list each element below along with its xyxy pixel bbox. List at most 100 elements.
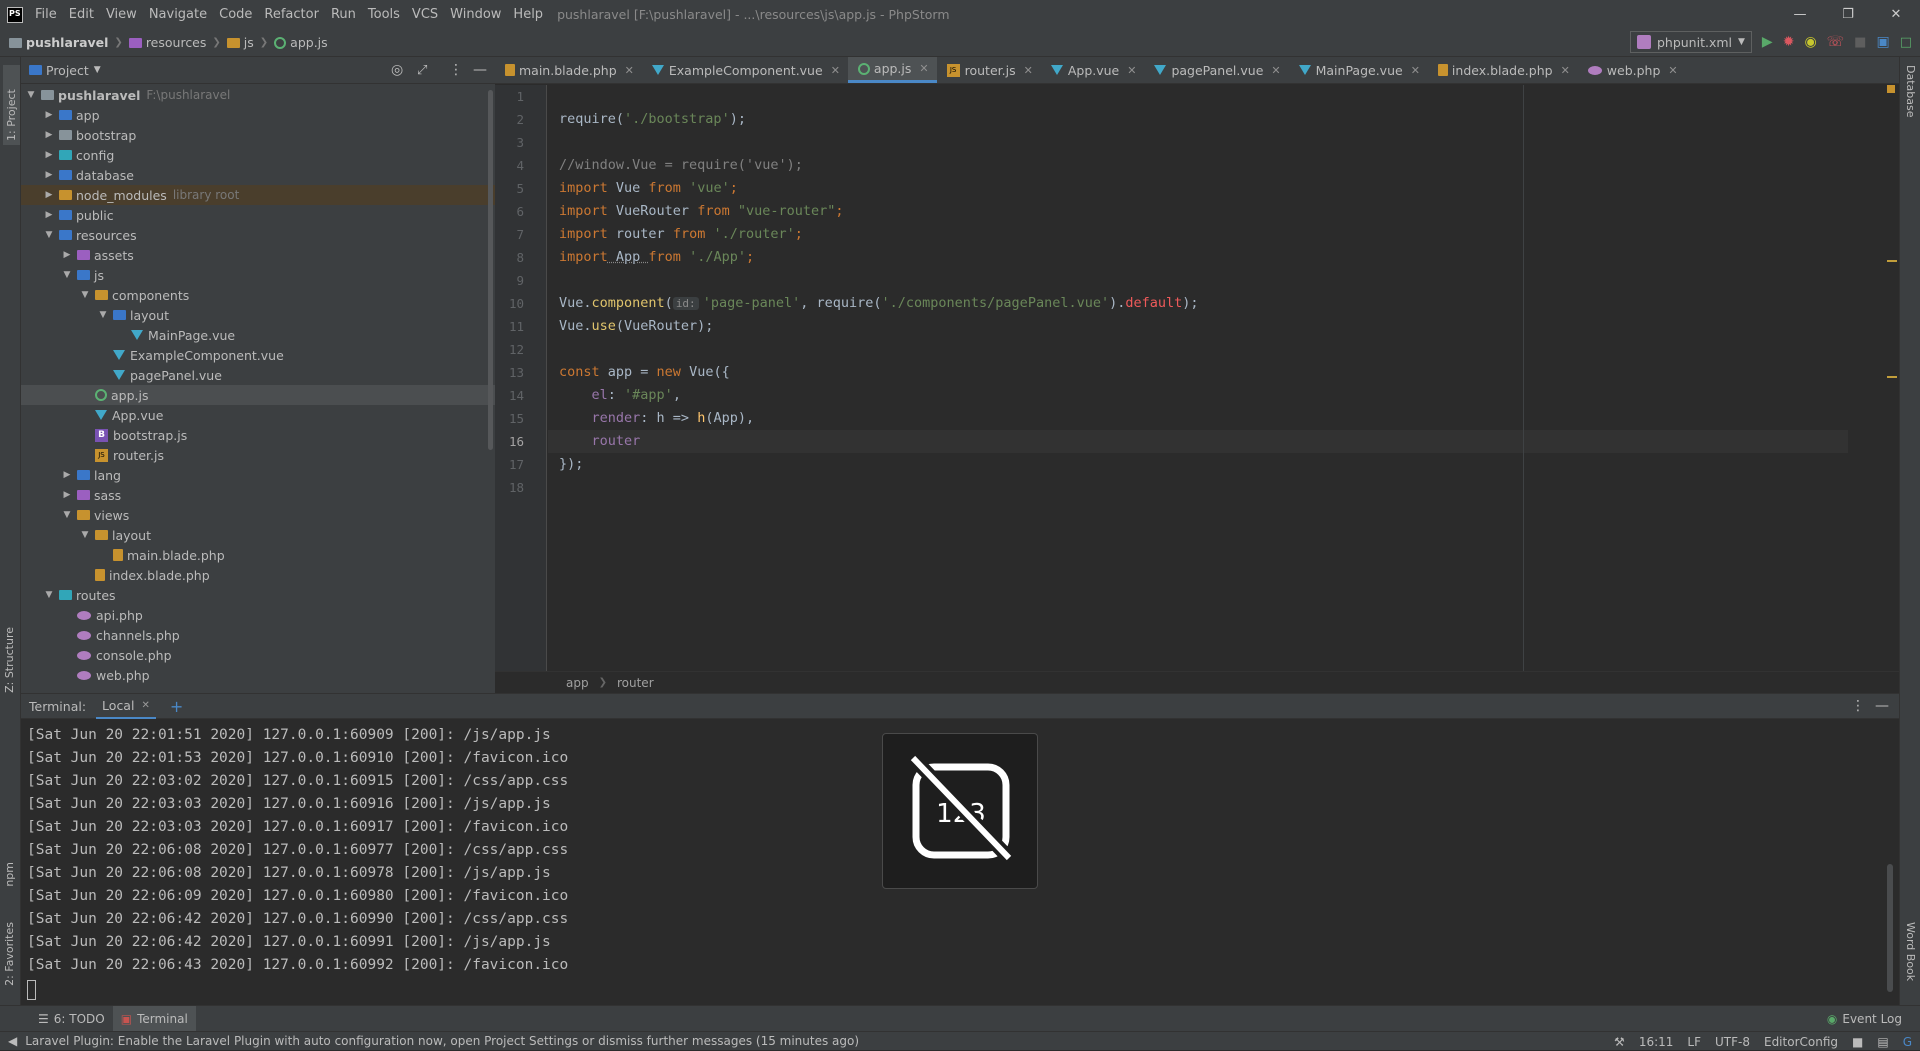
tree-item[interactable]: index.blade.php xyxy=(21,565,495,585)
line-number[interactable]: 5 xyxy=(495,177,546,200)
breadcrumb-file[interactable]: app.js xyxy=(290,35,328,50)
breadcrumb-resources[interactable]: resources xyxy=(146,35,207,50)
wordbook-tool-button[interactable]: Word Book xyxy=(1904,922,1917,981)
tree-item[interactable]: ▼ resources xyxy=(21,225,495,245)
line-number[interactable]: 1 xyxy=(495,85,546,108)
collapse-arrow-icon[interactable]: ▶ xyxy=(43,210,55,220)
editor-breadcrumb-app[interactable]: app xyxy=(566,676,589,690)
menu-file[interactable]: File xyxy=(35,7,57,22)
editor-tab[interactable]: App.vue ✕ xyxy=(1041,57,1145,83)
expand-arrow-icon[interactable]: ▼ xyxy=(79,530,91,540)
menu-code[interactable]: Code xyxy=(219,7,252,22)
line-number[interactable]: 4 xyxy=(495,154,546,177)
favorites-tool-button[interactable]: 2: Favorites xyxy=(3,922,16,986)
warning-marker[interactable] xyxy=(1887,376,1897,378)
menu-navigate[interactable]: Navigate xyxy=(149,7,207,22)
terminal-tool-tab[interactable]: ▣ Terminal xyxy=(112,1005,196,1032)
editor-tab[interactable]: JS router.js ✕ xyxy=(937,57,1041,83)
terminal-output[interactable]: [Sat Jun 20 22:01:51 2020] 127.0.0.1:609… xyxy=(27,724,568,1000)
close-tab-icon[interactable]: ✕ xyxy=(1271,64,1280,77)
event-log-tab[interactable]: ◉ Event Log xyxy=(1819,1006,1910,1032)
menu-run[interactable]: Run xyxy=(331,7,356,22)
database-tool-button[interactable]: Database xyxy=(1904,65,1917,118)
collapse-arrow-icon[interactable]: ▶ xyxy=(43,170,55,180)
close-tab-icon[interactable]: ✕ xyxy=(831,64,840,77)
line-number[interactable]: 13 xyxy=(495,361,546,384)
tree-item[interactable]: pagePanel.vue xyxy=(21,365,495,385)
terminal-tab-local[interactable]: Local ✕ xyxy=(96,694,156,719)
editor-tab[interactable]: MainPage.vue ✕ xyxy=(1289,57,1428,83)
options-icon[interactable]: ⋮ xyxy=(449,62,463,78)
collapse-arrow-icon[interactable]: ▶ xyxy=(61,470,73,480)
run-icon[interactable]: ▶ xyxy=(1762,34,1773,50)
expand-arrow-icon[interactable]: ▼ xyxy=(61,510,73,520)
tree-item[interactable]: ▼ js xyxy=(21,265,495,285)
tree-item[interactable]: ▶ database xyxy=(21,165,495,185)
editor-tab[interactable]: index.blade.php ✕ xyxy=(1428,57,1578,83)
tree-item[interactable]: main.blade.php xyxy=(21,545,495,565)
close-tab-icon[interactable]: ✕ xyxy=(625,64,634,77)
warning-marker[interactable] xyxy=(1887,85,1895,93)
tree-item[interactable]: ▶ node_modules library root xyxy=(21,185,495,205)
memory-icon[interactable]: ▤ xyxy=(1877,1035,1888,1049)
expand-arrow-icon[interactable]: ▼ xyxy=(43,590,55,600)
line-number[interactable]: 15 xyxy=(495,407,546,430)
tree-item[interactable]: channels.php xyxy=(21,625,495,645)
translate-icon[interactable]: ▣ xyxy=(1876,34,1889,50)
line-number[interactable]: 10 xyxy=(495,292,546,315)
expand-arrow-icon[interactable]: ▼ xyxy=(25,90,37,100)
tree-item[interactable]: ▼ layout xyxy=(21,305,495,325)
editor-tab[interactable]: ExampleComponent.vue ✕ xyxy=(642,57,848,83)
inspection-icon[interactable]: ⚒ xyxy=(1614,1035,1625,1049)
editorconfig-status[interactable]: EditorConfig xyxy=(1764,1035,1838,1049)
collapse-arrow-icon[interactable]: ▶ xyxy=(43,110,55,120)
code-area[interactable]: require('./bootstrap'); //window.Vue = r… xyxy=(548,85,1848,671)
tree-item[interactable]: Bbootstrap.js xyxy=(21,425,495,445)
tree-item[interactable]: MainPage.vue xyxy=(21,325,495,345)
project-view-select[interactable]: Project xyxy=(46,63,89,78)
tree-item[interactable]: JS router.js xyxy=(21,445,495,465)
menu-tools[interactable]: Tools xyxy=(368,7,400,22)
minimize-icon[interactable]: — xyxy=(1776,0,1824,29)
tree-item[interactable]: App.vue xyxy=(21,405,495,425)
collapse-all-icon[interactable]: ⤢ xyxy=(417,63,427,78)
expand-arrow-icon[interactable]: ▼ xyxy=(79,290,91,300)
expand-arrow-icon[interactable]: ▼ xyxy=(97,310,109,320)
editor-tab[interactable]: web.php ✕ xyxy=(1578,57,1686,83)
line-number[interactable]: 12 xyxy=(495,338,546,361)
caret-position[interactable]: 16:11 xyxy=(1639,1035,1674,1049)
expand-arrow-icon[interactable]: ▼ xyxy=(61,270,73,280)
line-number[interactable]: 8 xyxy=(495,246,546,269)
close-tab-icon[interactable]: ✕ xyxy=(1127,64,1136,77)
tree-item[interactable]: ▶ bootstrap xyxy=(21,125,495,145)
tree-item[interactable]: ▶ sass xyxy=(21,485,495,505)
tree-item[interactable]: ▼ components xyxy=(21,285,495,305)
structure-tool-button[interactable]: Z: Structure xyxy=(3,627,16,693)
lock-icon[interactable]: ■ xyxy=(1852,1035,1863,1049)
tree-item[interactable]: ▶ config xyxy=(21,145,495,165)
terminal-icon[interactable]: □ xyxy=(1900,35,1912,50)
google-icon[interactable]: G xyxy=(1903,1035,1912,1049)
collapse-arrow-icon[interactable]: ▶ xyxy=(43,190,55,200)
status-message[interactable]: Laravel Plugin: Enable the Laravel Plugi… xyxy=(25,1034,859,1048)
breadcrumb-project[interactable]: pushlaravel xyxy=(26,35,108,50)
tree-item[interactable]: web.php xyxy=(21,665,495,685)
line-number[interactable]: 17 xyxy=(495,453,546,476)
tree-item[interactable]: ExampleComponent.vue xyxy=(21,345,495,365)
close-tab-icon[interactable]: ✕ xyxy=(1411,64,1420,77)
menu-edit[interactable]: Edit xyxy=(69,7,94,22)
expand-arrow-icon[interactable]: ▼ xyxy=(43,230,55,240)
line-number[interactable]: 9 xyxy=(495,269,546,292)
editor-breadcrumb-router[interactable]: router xyxy=(617,676,654,690)
chevron-down-icon[interactable]: ▼ xyxy=(94,65,101,75)
hide-panel-icon[interactable]: — xyxy=(473,62,487,78)
new-terminal-icon[interactable]: + xyxy=(170,697,183,716)
coverage-icon[interactable]: ◉ xyxy=(1804,34,1816,50)
hide-panel-icon[interactable]: — xyxy=(1875,698,1889,714)
menu-help[interactable]: Help xyxy=(513,7,543,22)
options-icon[interactable]: ⋮ xyxy=(1851,698,1865,714)
line-number[interactable]: 14 xyxy=(495,384,546,407)
tree-scrollbar[interactable] xyxy=(488,90,493,450)
collapse-arrow-icon[interactable]: ▶ xyxy=(61,490,73,500)
stop-icon[interactable]: ■ xyxy=(1854,35,1866,50)
